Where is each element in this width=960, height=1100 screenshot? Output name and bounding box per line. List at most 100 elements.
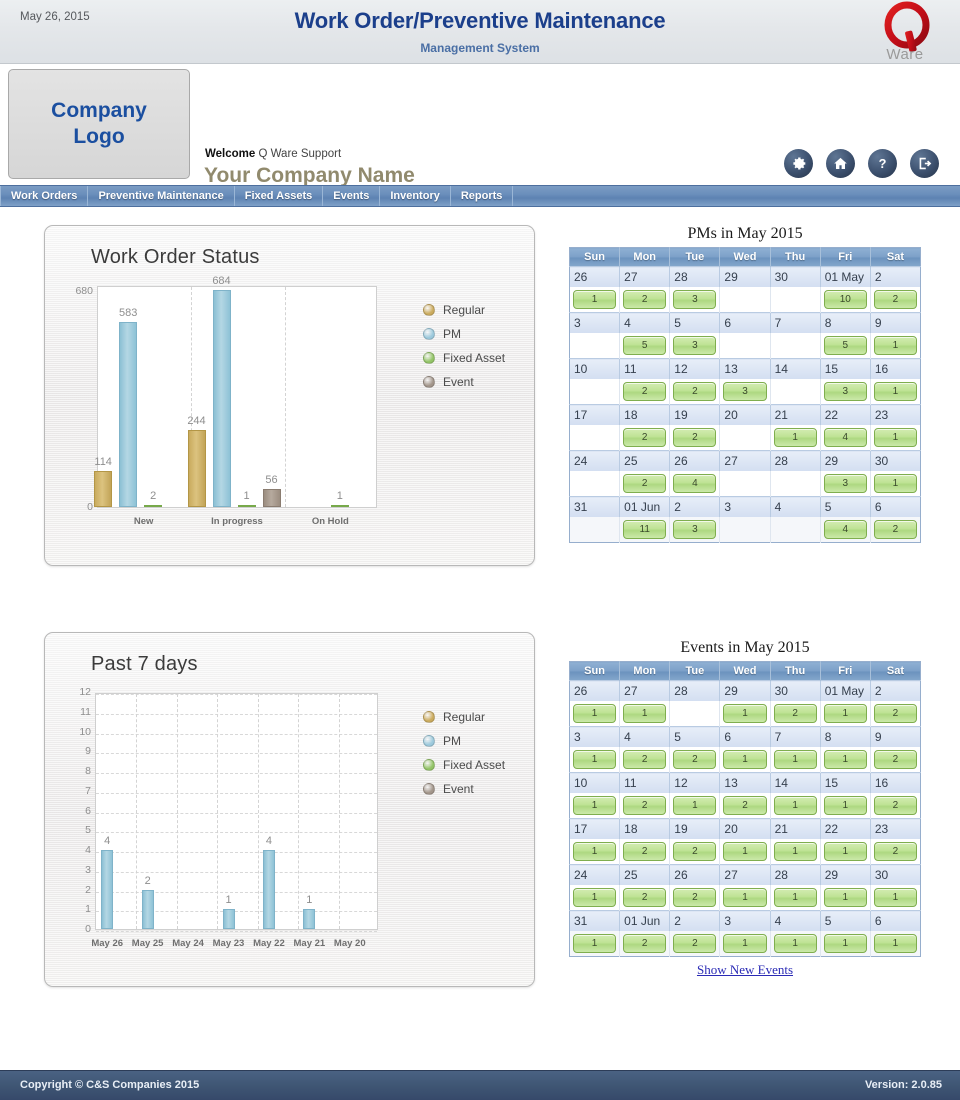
pm-count-badge[interactable]: 11 (623, 520, 666, 539)
event-date-cell: 23 (870, 819, 920, 839)
help-icon[interactable]: ? (868, 149, 897, 178)
main-navigation: Work Orders Preventive Maintenance Fixed… (0, 185, 960, 207)
pm-count-badge[interactable]: 1 (573, 290, 616, 309)
event-date-cell: 9 (870, 727, 920, 747)
pm-count-badge[interactable]: 2 (623, 290, 666, 309)
event-count-cell: 1 (820, 931, 870, 957)
pm-count-cell (570, 379, 620, 405)
settings-icon[interactable] (784, 149, 813, 178)
event-count-badge[interactable]: 1 (774, 796, 817, 815)
event-count-badge[interactable]: 1 (774, 842, 817, 861)
event-count-badge[interactable]: 1 (824, 796, 867, 815)
pm-count-badge[interactable]: 3 (824, 382, 867, 401)
pm-date-cell: 25 (620, 451, 670, 471)
event-date-cell: 6 (720, 727, 770, 747)
pm-count-badge[interactable]: 2 (623, 382, 666, 401)
pm-count-badge[interactable]: 3 (824, 474, 867, 493)
event-date-cell: 7 (770, 727, 820, 747)
event-count-badge[interactable]: 1 (774, 934, 817, 953)
nav-item-reports[interactable]: Reports (451, 186, 514, 206)
event-count-badge[interactable]: 1 (573, 796, 616, 815)
event-count-badge[interactable]: 1 (723, 934, 766, 953)
past-7-days-panel: Past 7 days 42141 RegularPMFixed AssetEv… (44, 632, 535, 987)
event-count-badge[interactable]: 1 (774, 750, 817, 769)
event-count-badge[interactable]: 2 (874, 704, 917, 723)
pm-count-badge[interactable]: 5 (623, 336, 666, 355)
event-count-cell: 1 (770, 747, 820, 773)
pm-count-badge[interactable]: 2 (673, 382, 716, 401)
pm-count-badge[interactable]: 4 (673, 474, 716, 493)
pm-count-badge[interactable]: 3 (723, 382, 766, 401)
x-axis-category-label: May 23 (208, 938, 248, 949)
nav-item-preventive-maintenance[interactable]: Preventive Maintenance (88, 186, 234, 206)
event-count-badge[interactable]: 1 (824, 934, 867, 953)
x-axis-category-label: May 26 (87, 938, 127, 949)
pm-count-badge[interactable]: 1 (874, 382, 917, 401)
event-count-badge[interactable]: 1 (824, 842, 867, 861)
company-logo-placeholder[interactable]: Company Logo (8, 69, 190, 179)
event-count-badge[interactable]: 2 (874, 750, 917, 769)
y-axis-tick-label: 680 (61, 285, 93, 297)
nav-item-events[interactable]: Events (323, 186, 380, 206)
event-count-badge[interactable]: 2 (623, 888, 666, 907)
event-count-badge[interactable]: 1 (824, 888, 867, 907)
pm-count-badge[interactable]: 2 (874, 290, 917, 309)
event-count-badge[interactable]: 1 (774, 888, 817, 907)
pm-count-badge[interactable]: 4 (824, 520, 867, 539)
welcome-username: Q Ware Support (258, 148, 341, 160)
event-count-badge[interactable]: 1 (723, 888, 766, 907)
event-count-badge[interactable]: 2 (623, 934, 666, 953)
pm-count-badge[interactable]: 1 (874, 474, 917, 493)
event-count-badge[interactable]: 2 (723, 796, 766, 815)
event-count-badge[interactable]: 1 (573, 888, 616, 907)
legend-swatch-pm (423, 328, 435, 340)
event-count-badge[interactable]: 1 (573, 842, 616, 861)
event-count-badge[interactable]: 2 (623, 796, 666, 815)
pm-count-badge[interactable]: 2 (874, 520, 917, 539)
nav-item-work-orders[interactable]: Work Orders (0, 186, 88, 206)
pm-count-badge[interactable]: 3 (673, 520, 716, 539)
show-new-events-link[interactable]: Show New Events (569, 962, 921, 978)
event-count-badge[interactable]: 1 (573, 750, 616, 769)
event-count-badge[interactable]: 1 (723, 704, 766, 723)
pm-count-badge[interactable]: 2 (673, 428, 716, 447)
event-count-badge[interactable]: 1 (623, 704, 666, 723)
pm-count-badge[interactable]: 10 (824, 290, 867, 309)
pm-count-badge[interactable]: 1 (774, 428, 817, 447)
event-count-badge[interactable]: 2 (623, 842, 666, 861)
event-count-badge[interactable]: 1 (824, 750, 867, 769)
event-count-badge[interactable]: 2 (874, 842, 917, 861)
event-count-badge[interactable]: 1 (573, 934, 616, 953)
pm-count-cell (770, 333, 820, 359)
pm-count-badge[interactable]: 5 (824, 336, 867, 355)
pm-count-badge[interactable]: 3 (673, 290, 716, 309)
pm-count-badge[interactable]: 3 (673, 336, 716, 355)
event-count-badge[interactable]: 1 (874, 934, 917, 953)
event-count-badge[interactable]: 2 (623, 750, 666, 769)
pm-count-badge[interactable]: 4 (824, 428, 867, 447)
event-count-badge[interactable]: 1 (723, 750, 766, 769)
event-count-badge[interactable]: 2 (673, 842, 716, 861)
pm-count-badge[interactable]: 1 (874, 336, 917, 355)
event-count-badge[interactable]: 2 (673, 888, 716, 907)
event-count-badge[interactable]: 1 (573, 704, 616, 723)
event-count-badge[interactable]: 2 (673, 934, 716, 953)
nav-item-fixed-assets[interactable]: Fixed Assets (235, 186, 323, 206)
event-count-badge[interactable]: 1 (824, 704, 867, 723)
pm-count-badge[interactable]: 2 (623, 474, 666, 493)
event-count-badge[interactable]: 2 (874, 796, 917, 815)
pm-count-cell (770, 379, 820, 405)
event-count-badge[interactable]: 1 (723, 842, 766, 861)
event-count-badge[interactable]: 2 (673, 750, 716, 769)
event-count-badge[interactable]: 1 (673, 796, 716, 815)
nav-item-inventory[interactable]: Inventory (380, 186, 451, 206)
pm-calendar: PMs in May 2015 SunMonTueWedThuFriSat 26… (569, 225, 921, 543)
event-count-badge[interactable]: 1 (874, 888, 917, 907)
home-icon[interactable] (826, 149, 855, 178)
pm-count-badge[interactable]: 2 (623, 428, 666, 447)
bar-may-26-pm (101, 850, 113, 929)
event-count-badge[interactable]: 2 (774, 704, 817, 723)
logout-icon[interactable] (910, 149, 939, 178)
pm-count-badge[interactable]: 1 (874, 428, 917, 447)
pm-weekday-header: Tue (670, 248, 720, 267)
